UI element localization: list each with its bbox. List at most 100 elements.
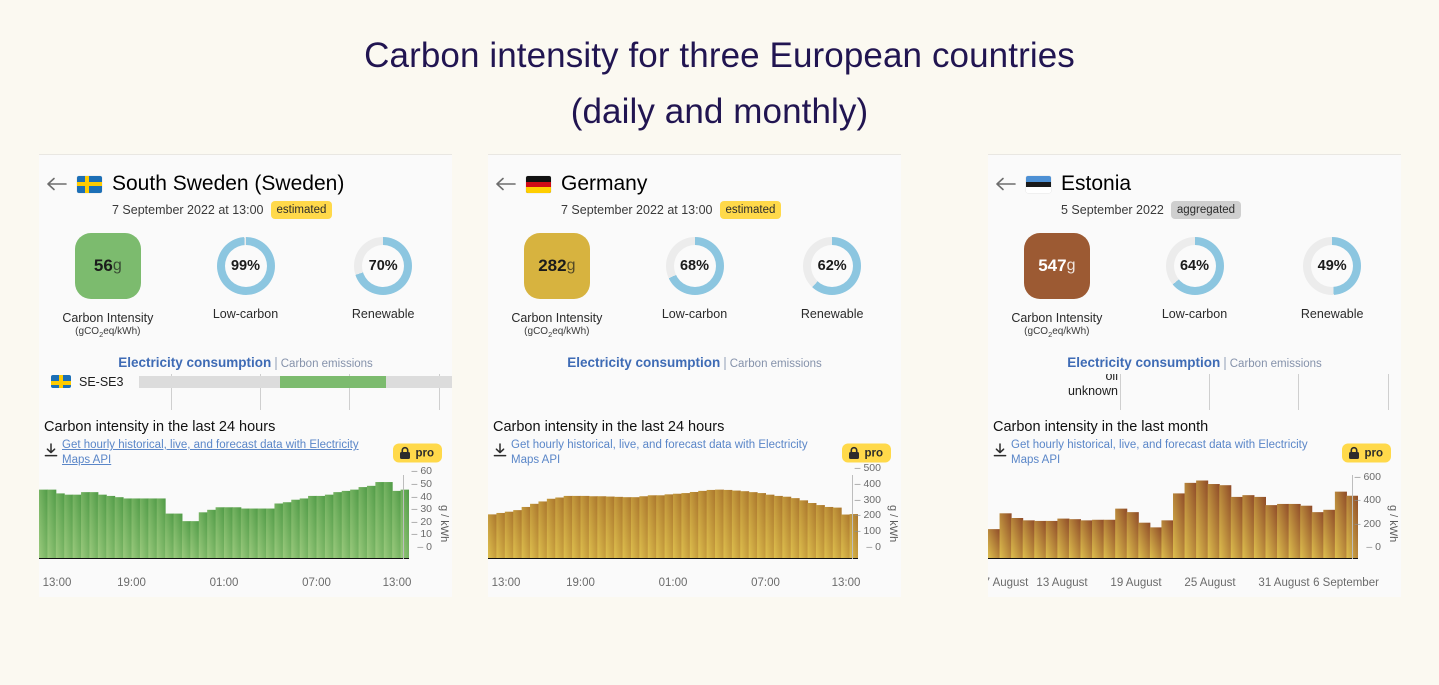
metric-renewable: 70% Renewable xyxy=(314,233,452,321)
zone-timestamp: 5 September 2022 xyxy=(1061,203,1164,218)
download-icon[interactable] xyxy=(493,443,511,463)
x-tick-label: 13:00 xyxy=(831,577,861,589)
back-arrow-icon[interactable] xyxy=(990,171,1020,197)
x-tick-label: 31 August xyxy=(1258,577,1310,589)
download-icon[interactable] xyxy=(993,443,1011,463)
carbon-intensity-value: 547 xyxy=(1038,256,1067,276)
zone-timestamp: 7 September 2022 at 13:00 xyxy=(112,203,264,218)
low-carbon-gauge: 99% xyxy=(216,237,275,296)
x-tick-label: 19 August xyxy=(1110,577,1162,589)
chart-plot[interactable] xyxy=(988,475,1358,559)
sweden-flag-icon xyxy=(51,375,71,389)
chart-block: Carbon intensity in the last 24 hours Ge… xyxy=(39,419,452,597)
y-tick-label: 50 xyxy=(411,478,432,490)
chart-area[interactable]: 0 100 200 300 400 500 g / kWh xyxy=(488,462,901,575)
y-tick-label: 500 xyxy=(855,462,881,474)
unit-pre: (gCO xyxy=(524,326,549,338)
unit-pre: (gCO xyxy=(75,326,100,338)
chart-title: Carbon intensity in the last 24 hours xyxy=(44,418,276,435)
unit-post: eq/kWh) xyxy=(1052,326,1090,338)
back-arrow-icon[interactable] xyxy=(490,171,520,197)
chart-area[interactable]: 0 200 400 600 g / kWh xyxy=(988,471,1401,575)
pro-label: pro xyxy=(1364,447,1383,460)
y-tick-label: 40 xyxy=(411,491,432,503)
carbon-intensity-label: Carbon Intensity xyxy=(1011,311,1103,326)
api-link[interactable]: Get hourly historical, live, and forecas… xyxy=(1011,438,1311,469)
metric-renewable: 49% Renewable xyxy=(1263,233,1401,321)
tab-row: Electricity consumption | Carbon emissions xyxy=(988,355,1401,370)
country-panel-germany: Germany 7 September 2022 at 13:00 estima… xyxy=(488,154,901,597)
tab-carbon-emissions[interactable]: Carbon emissions xyxy=(730,358,822,370)
x-tick-label: 01:00 xyxy=(209,577,239,589)
carbon-intensity-value: 282 xyxy=(538,256,567,276)
status-badge: estimated xyxy=(719,201,782,220)
pro-badge[interactable]: pro xyxy=(393,443,442,463)
carbon-intensity-value-box: 547 g xyxy=(1023,233,1090,300)
tab-carbon-emissions[interactable]: Carbon emissions xyxy=(1230,358,1322,370)
zone-name: Estonia xyxy=(1061,172,1132,195)
x-tick-label: 19:00 xyxy=(117,577,146,589)
chart-x-axis: 7 August 13 August 19 August 25 August 31 Au… xyxy=(988,577,1401,597)
api-link[interactable]: Get hourly historical, live, and forecas… xyxy=(511,438,811,469)
panel-container: South Sweden (Sweden) 7 September 2022 a… xyxy=(0,154,1439,614)
renewable-gauge: 70% xyxy=(354,237,413,296)
back-arrow-icon[interactable] xyxy=(41,171,71,197)
chart-link-row: Get hourly historical, live, and forecas… xyxy=(988,438,1401,469)
tab-row: Electricity consumption | Carbon emissions xyxy=(488,355,901,370)
pro-badge[interactable]: pro xyxy=(842,443,891,463)
zone-timestamp-row: 5 September 2022 aggregated xyxy=(1061,201,1242,220)
breakdown-row-label-clipped: oil xyxy=(1105,374,1118,383)
carbon-intensity-value: 56 xyxy=(93,256,113,276)
low-carbon-label: Low-carbon xyxy=(212,307,279,322)
renewable-value: 70% xyxy=(368,258,398,275)
lock-icon xyxy=(400,447,411,460)
unit-post: eq/kWh) xyxy=(552,326,590,338)
zone-name: Germany xyxy=(561,172,648,195)
tab-electricity-consumption[interactable]: Electricity consumption xyxy=(567,355,720,370)
x-tick-label: 7 August xyxy=(988,577,1029,589)
x-tick-label: 13:00 xyxy=(42,577,72,589)
x-tick-label: 07:00 xyxy=(302,577,331,589)
y-tick-label: 10 xyxy=(411,528,432,540)
low-carbon-gauge: 64% xyxy=(1165,237,1224,296)
chart-area[interactable]: 0102030405060 g / kWh xyxy=(39,465,452,575)
chart-title: Carbon intensity in the last month xyxy=(993,418,1209,435)
y-tick-label: 30 xyxy=(411,503,432,515)
country-panel-south-sweden: South Sweden (Sweden) 7 September 2022 a… xyxy=(39,154,452,597)
breakdown-chart: SE-SE3 xyxy=(39,374,452,411)
api-link[interactable]: Get hourly historical, live, and forecas… xyxy=(62,438,362,469)
tab-electricity-consumption[interactable]: Electricity consumption xyxy=(118,355,271,370)
pro-badge[interactable]: pro xyxy=(1342,443,1391,463)
metrics-row: 282 g Carbon Intensity (gCO2eq/kWh) 68% L… xyxy=(488,233,901,339)
x-tick-label: 13 August xyxy=(1036,577,1088,589)
y-tick-label: 0 xyxy=(417,541,432,553)
metric-low-carbon: 68% Low-carbon xyxy=(626,233,764,321)
tab-carbon-emissions[interactable]: Carbon emissions xyxy=(281,358,373,370)
pro-label: pro xyxy=(864,447,883,460)
renewable-label: Renewable xyxy=(1300,307,1364,322)
page-title: Carbon intensity for three European coun… xyxy=(0,0,1439,140)
carbon-intensity-label: Carbon Intensity xyxy=(511,311,603,326)
y-tick-label: 0 xyxy=(1366,541,1381,553)
unit-post: eq/kWh) xyxy=(103,326,141,338)
status-badge: estimated xyxy=(270,201,333,220)
chart-link-row: Get hourly historical, live, and forecas… xyxy=(488,438,901,469)
chart-plot[interactable] xyxy=(488,475,858,559)
y-tick-label: 0 xyxy=(866,541,881,553)
chart-plot[interactable] xyxy=(39,475,409,559)
carbon-intensity-value-box: 56 g xyxy=(74,233,141,300)
metric-carbon-intensity: 56 g Carbon Intensity (gCO2eq/kWh) xyxy=(39,233,177,339)
tab-electricity-consumption[interactable]: Electricity consumption xyxy=(1067,355,1220,370)
zone-header: Germany 7 September 2022 at 13:00 estima… xyxy=(488,155,901,220)
low-carbon-label: Low-carbon xyxy=(1161,307,1228,322)
x-tick-label: 25 August xyxy=(1184,577,1236,589)
download-icon[interactable] xyxy=(44,443,62,463)
carbon-intensity-unit-label: (gCO2eq/kWh) xyxy=(988,326,1126,339)
page-title-line-1: Carbon intensity for three European coun… xyxy=(364,36,1075,75)
metric-renewable: 62% Renewable xyxy=(763,233,901,321)
breakdown-row[interactable]: SE-SE3 xyxy=(51,374,452,389)
chart-x-axis: 13:00 19:00 01:00 07:00 13:00 xyxy=(488,577,901,597)
x-tick-label: 6 September xyxy=(1313,577,1379,589)
chart-link-row: Get hourly historical, live, and forecas… xyxy=(39,438,452,469)
country-panel-estonia: Estonia 5 September 2022 aggregated 547 g… xyxy=(988,154,1401,597)
